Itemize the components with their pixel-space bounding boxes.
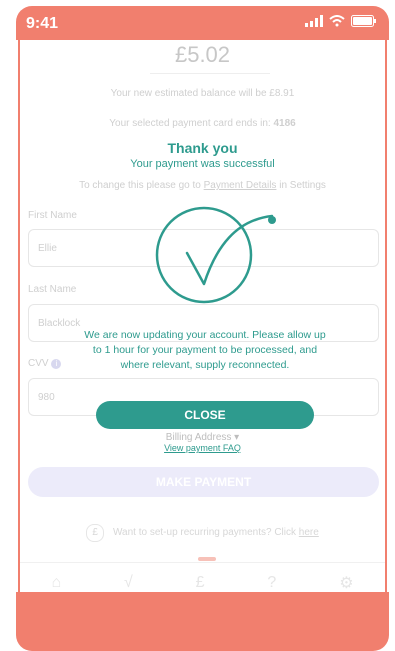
signal-icon — [305, 15, 323, 27]
modal-subtitle: Your payment was successful — [130, 158, 275, 170]
modal-title: Thank you — [167, 140, 238, 156]
battery-icon — [351, 15, 376, 27]
billing-address-label: Billing Address ▾ — [165, 432, 240, 443]
bottom-bezel — [16, 592, 389, 651]
wifi-icon — [329, 15, 345, 27]
close-button[interactable]: CLOSE — [96, 401, 314, 429]
success-modal: Thank you Your payment was successful We… — [20, 40, 385, 592]
status-bar: 9:41 — [16, 6, 389, 40]
status-icons — [305, 15, 377, 27]
success-check-icon — [155, 206, 276, 304]
screen: £5.02 Your new estimated balance will be… — [18, 40, 387, 592]
payment-faq-link[interactable]: View payment FAQ — [20, 443, 385, 453]
status-time: 9:41 — [26, 15, 59, 32]
modal-message: We are now updating your account. Please… — [84, 329, 326, 371]
phone-frame: 9:41 £5.02 Your new estimated balance wi… — [16, 6, 389, 651]
chevron-down-icon: ▾ — [234, 432, 240, 443]
